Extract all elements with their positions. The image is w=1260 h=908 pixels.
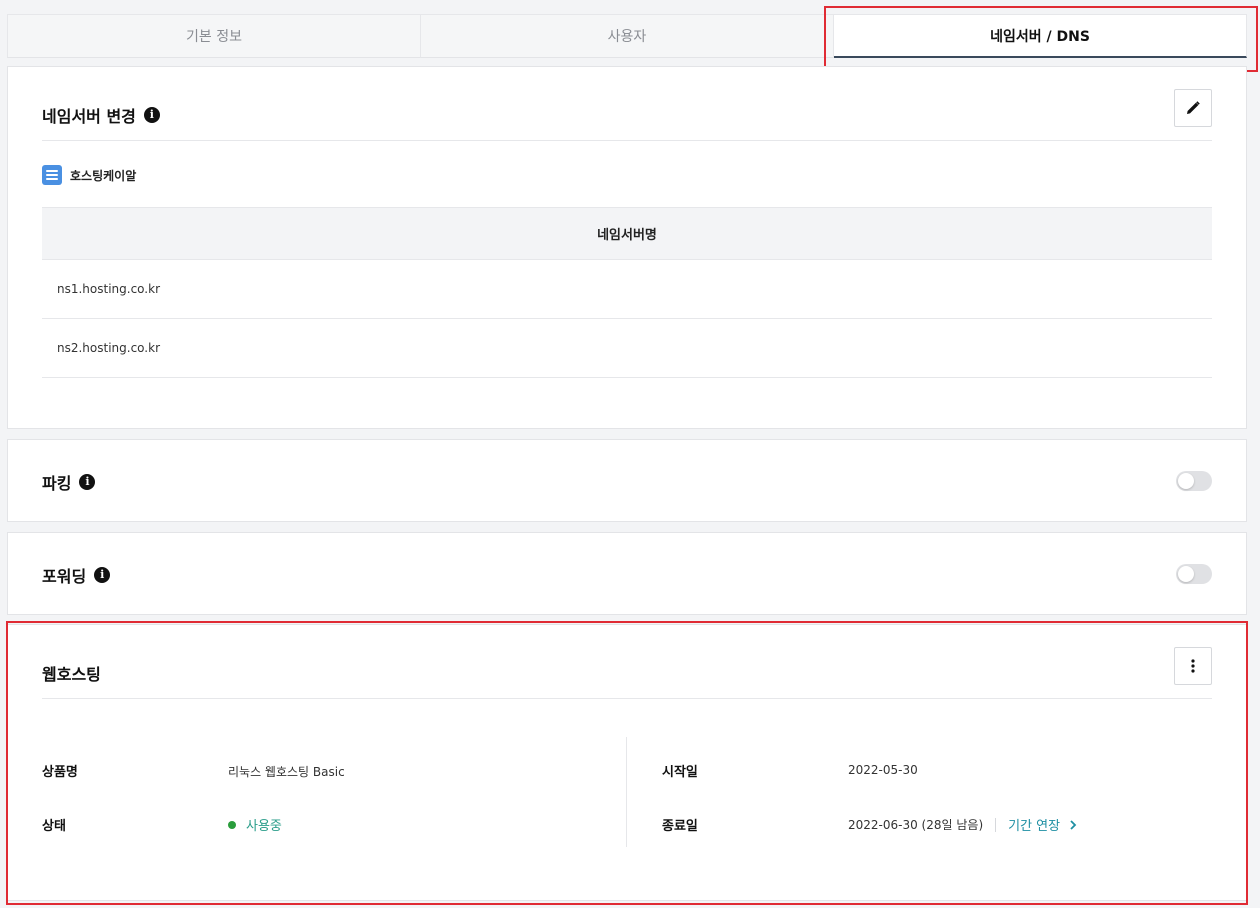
more-options-button[interactable]	[1174, 647, 1212, 685]
parking-card: 파킹 i	[7, 439, 1247, 522]
nameserver-table: 네임서버명 ns1.hosting.co.kr ns2.hosting.co.k…	[42, 207, 1212, 378]
end-date-label: 종료일	[662, 819, 698, 834]
info-icon[interactable]: i	[79, 473, 96, 490]
tab-bar: 기본 정보 사용자 네임서버 / DNS	[7, 14, 1247, 58]
nameserver-title: 네임서버 변경	[42, 106, 136, 126]
divider	[995, 817, 997, 832]
status-badge: 사용중	[228, 815, 282, 834]
start-date-label: 시작일	[662, 765, 698, 780]
table-row: ns2.hosting.co.kr	[42, 319, 1212, 378]
start-date-value: 2022-05-30	[848, 763, 918, 777]
nameserver-header: 네임서버 변경 i	[42, 89, 1212, 141]
product-label: 상품명	[42, 765, 78, 780]
provider-label: 호스팅케이알	[42, 165, 136, 185]
edit-nameserver-button[interactable]	[1174, 89, 1212, 127]
nameserver-card: 네임서버 변경 i 호스팅케이알 네임서버명 ns1.hosting.co.kr…	[7, 66, 1247, 429]
parking-title: 파킹	[42, 473, 72, 493]
forwarding-toggle[interactable]	[1176, 564, 1212, 584]
table-header: 네임서버명	[42, 207, 1212, 260]
server-icon	[42, 165, 62, 185]
webhosting-header: 웹호스팅	[42, 647, 1212, 699]
info-icon[interactable]: i	[143, 106, 160, 123]
extend-period-link[interactable]: 기간 연장	[1008, 815, 1060, 834]
forwarding-card: 포워딩 i	[7, 532, 1247, 615]
parking-toggle[interactable]	[1176, 471, 1212, 491]
end-date-row: 2022-06-30 (28일 남음) 기간 연장	[848, 815, 1080, 834]
tab-nameserver-dns[interactable]: 네임서버 / DNS	[834, 14, 1247, 58]
chevron-right-icon[interactable]	[1066, 818, 1080, 832]
status-value: 사용중	[246, 819, 282, 834]
status-label: 상태	[42, 819, 66, 834]
webhosting-title: 웹호스팅	[42, 664, 101, 684]
more-vertical-icon	[1191, 659, 1195, 673]
webhosting-card: 웹호스팅 상품명 리눅스 웹호스팅 Basic 상태 사용중 시작일 2022-…	[7, 624, 1247, 901]
status-dot	[228, 820, 236, 829]
info-icon[interactable]: i	[94, 566, 111, 583]
table-row: ns1.hosting.co.kr	[42, 260, 1212, 319]
webhosting-info-right: 시작일 2022-05-30 종료일 2022-06-30 (28일 남음) 기…	[662, 737, 1212, 847]
end-date-value: 2022-06-30 (28일 남음)	[848, 818, 984, 832]
pencil-icon	[1187, 101, 1200, 114]
forwarding-title: 포워딩	[42, 566, 87, 586]
tab-users[interactable]: 사용자	[421, 14, 834, 58]
provider-name: 호스팅케이알	[70, 168, 137, 183]
webhosting-info-left: 상품명 리눅스 웹호스팅 Basic 상태 사용중	[42, 737, 627, 847]
product-value: 리눅스 웹호스팅 Basic	[228, 765, 345, 779]
tab-basic-info[interactable]: 기본 정보	[7, 14, 421, 58]
